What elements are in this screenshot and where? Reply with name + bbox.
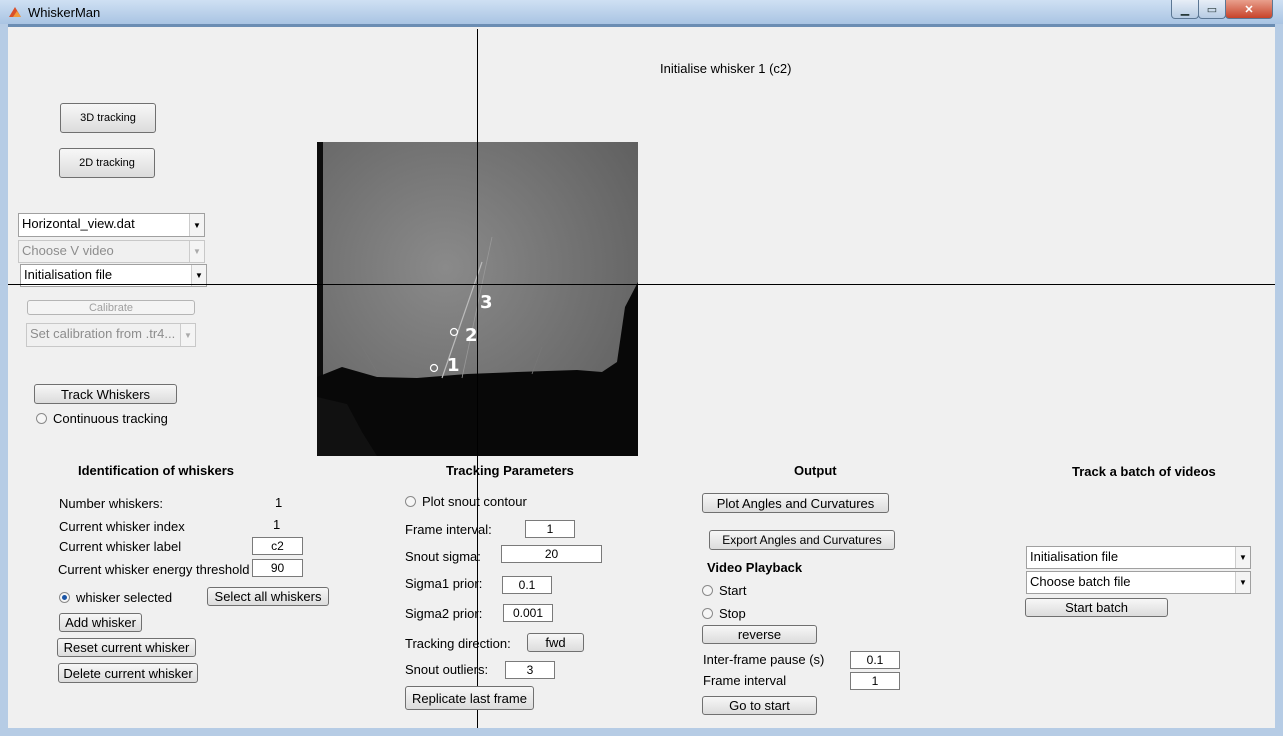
tracking-direction-button[interactable]: fwd <box>527 633 584 652</box>
whisker-selected-radio[interactable] <box>59 592 70 603</box>
window-frame-left <box>0 24 8 736</box>
batch-file-value: Choose batch file <box>1030 574 1131 589</box>
calibration-select[interactable]: Set calibration from .tr4... ▼ <box>26 323 196 347</box>
number-whiskers-value: 1 <box>275 495 283 510</box>
chevron-down-icon: ▼ <box>180 324 195 346</box>
start-playback-label: Start <box>719 583 747 598</box>
minimize-icon: ▁ <box>1180 3 1190 16</box>
chevron-down-icon: ▼ <box>189 241 204 262</box>
identification-heading: Identification of whiskers <box>78 463 235 478</box>
number-whiskers-label: Number whiskers: <box>59 496 164 511</box>
tracking-direction-label: Tracking direction: <box>405 636 511 651</box>
window-title: WhiskerMan <box>28 5 101 20</box>
chevron-down-icon: ▼ <box>189 214 204 236</box>
chevron-down-icon: ▼ <box>1235 547 1250 568</box>
start-batch-button[interactable]: Start batch <box>1025 598 1168 617</box>
batch-initialisation-select[interactable]: Initialisation file ▼ <box>1026 546 1251 569</box>
snout-outliers-label: Snout outliers: <box>405 662 489 677</box>
calibrate-button[interactable]: Calibrate <box>27 300 195 315</box>
energy-threshold-input[interactable]: 90 <box>252 559 303 577</box>
whisker-selected-label: whisker selected <box>76 590 173 605</box>
frame-interval-input[interactable]: 1 <box>525 520 575 538</box>
video-playback-heading: Video Playback <box>707 560 803 575</box>
snout-outliers-input[interactable]: 3 <box>505 661 555 679</box>
batch-heading: Track a batch of videos <box>1072 464 1216 479</box>
continuous-tracking-label: Continuous tracking <box>53 411 168 426</box>
whisker-index-value: 1 <box>273 517 281 532</box>
plot-snout-label: Plot snout contour <box>422 494 527 509</box>
add-whisker-button[interactable]: Add whisker <box>59 613 142 632</box>
maximize-button[interactable]: ▭ <box>1198 0 1226 19</box>
matlab-app-icon <box>9 7 21 17</box>
sigma1-prior-input[interactable]: 0.1 <box>502 576 552 594</box>
inter-frame-pause-input[interactable]: 0.1 <box>850 651 900 669</box>
reverse-button[interactable]: reverse <box>702 625 817 644</box>
export-angles-button[interactable]: Export Angles and Curvatures <box>709 530 895 550</box>
start-playback-radio[interactable] <box>702 585 713 596</box>
crosshair-vertical <box>477 29 478 728</box>
inter-frame-pause-label: Inter-frame pause (s) <box>703 652 825 667</box>
plot-angles-button[interactable]: Plot Angles and Curvatures <box>702 493 889 513</box>
sigma2-prior-label: Sigma2 prior: <box>405 606 483 621</box>
chevron-down-icon: ▼ <box>191 265 206 286</box>
playback-frame-interval-input[interactable]: 1 <box>850 672 900 690</box>
close-button[interactable]: ✕ <box>1225 0 1273 19</box>
continuous-tracking-radio[interactable] <box>36 413 47 424</box>
initialisation-file-value: Initialisation file <box>24 267 113 282</box>
calibration-value: Set calibration from .tr4... <box>30 326 176 341</box>
snout-sigma-label: Snout sigma: <box>405 549 481 564</box>
select-all-whiskers-button[interactable]: Select all whiskers <box>207 587 329 606</box>
maximize-icon: ▭ <box>1206 3 1218 16</box>
close-icon: ✕ <box>1244 3 1254 16</box>
chevron-down-icon: ▼ <box>1235 572 1250 593</box>
3d-tracking-button[interactable]: 3D tracking <box>60 103 156 133</box>
track-whiskers-button[interactable]: Track Whiskers <box>34 384 177 404</box>
title-bar[interactable] <box>0 0 1283 24</box>
whisker-index-label: Current whisker index <box>59 519 185 534</box>
whisker-label-input[interactable]: c2 <box>252 537 303 555</box>
stop-playback-label: Stop <box>719 606 746 621</box>
batch-initialisation-value: Initialisation file <box>1030 549 1119 564</box>
vertical-video-select[interactable]: Choose V video ▼ <box>18 240 205 263</box>
tracking-parameters-heading: Tracking Parameters <box>446 463 574 478</box>
vertical-video-value: Choose V video <box>22 243 114 258</box>
horizontal-video-value: Horizontal_view.dat <box>22 216 135 231</box>
replicate-last-frame-button[interactable]: Replicate last frame <box>405 686 534 710</box>
whisker-marker-1: 1 <box>447 355 460 376</box>
whisker-marker-3: 3 <box>480 292 493 313</box>
playback-frame-interval-label: Frame interval <box>703 673 787 688</box>
window-frame-bottom <box>0 728 1283 736</box>
sigma2-prior-input[interactable]: 0.001 <box>503 604 553 622</box>
sigma1-prior-label: Sigma1 prior: <box>405 576 483 591</box>
whisker-marker-2: 2 <box>465 325 478 346</box>
snout-sigma-input[interactable]: 20 <box>501 545 602 563</box>
delete-whisker-button[interactable]: Delete current whisker <box>58 663 198 683</box>
batch-file-select[interactable]: Choose batch file ▼ <box>1026 571 1251 594</box>
figure-area <box>8 27 1275 728</box>
2d-tracking-button[interactable]: 2D tracking <box>59 148 155 178</box>
crosshair-horizontal <box>8 284 1275 285</box>
frame-interval-label: Frame interval: <box>405 522 492 537</box>
minimize-button[interactable]: ▁ <box>1171 0 1199 19</box>
stop-playback-radio[interactable] <box>702 608 713 619</box>
output-heading: Output <box>794 463 837 478</box>
plot-snout-radio[interactable] <box>405 496 416 507</box>
go-to-start-button[interactable]: Go to start <box>702 696 817 715</box>
whisker-label-label: Current whisker label <box>59 539 182 554</box>
status-message: Initialise whisker 1 (c2) <box>660 61 792 76</box>
window-frame-right <box>1275 24 1283 736</box>
reset-whisker-button[interactable]: Reset current whisker <box>57 638 196 657</box>
horizontal-video-select[interactable]: Horizontal_view.dat ▼ <box>18 213 205 237</box>
energy-threshold-label: Current whisker energy threshold <box>58 562 250 577</box>
